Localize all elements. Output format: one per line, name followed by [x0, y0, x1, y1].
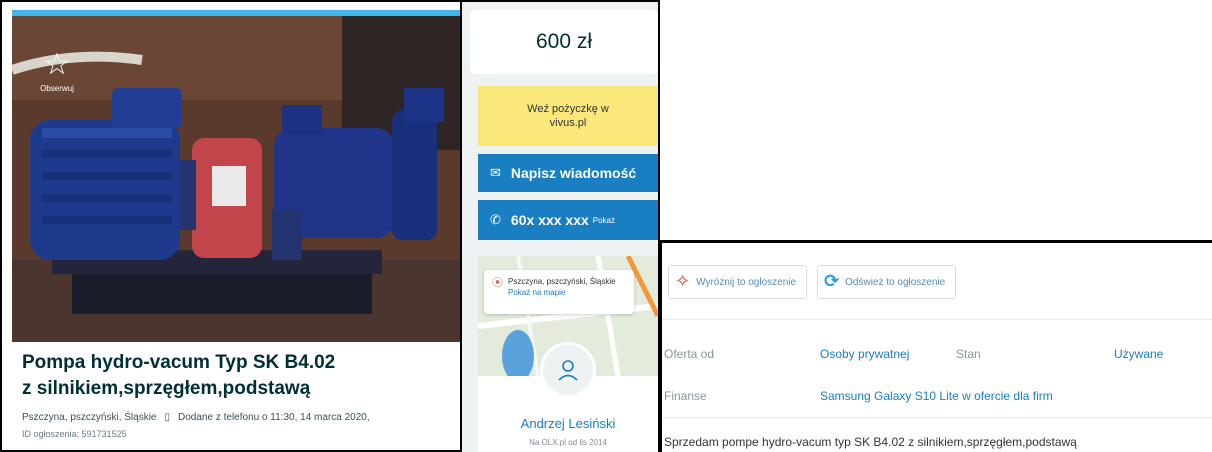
finance-value[interactable]: Samsung Galaxy S10 Lite w ofercie dla fi…: [820, 389, 1053, 403]
star-icon: ☆: [43, 47, 71, 82]
send-message-button[interactable]: ✉ Napisz wiadomość: [478, 154, 658, 192]
show-on-map-link[interactable]: Pokaż na mapie: [508, 287, 628, 298]
show-phone-link[interactable]: Pokaż: [593, 216, 615, 225]
follow-label: Obserwuj: [40, 84, 74, 93]
highlight-ad-label: Wyróżnij to ogłoszenie: [696, 276, 797, 288]
map-location-card: ⦿ Pszczyna, pszczyński, Śląskie Pokaż na…: [484, 270, 634, 314]
condition-label: Stan: [956, 347, 981, 361]
ad-id: ID ogłoszenia: 591731525: [22, 429, 127, 439]
ad-info: Pompa hydro-vacum Typ SK B4.02 z silniki…: [12, 342, 460, 450]
seller-since: Na OLX.pl od lis 2014: [529, 438, 607, 447]
divider: [662, 319, 1212, 320]
condition-value[interactable]: Używane: [1114, 347, 1163, 361]
ad-details-panel: ✧ Wyróżnij to ogłoszenie ⟳ Odśwież to og…: [660, 240, 1212, 452]
send-message-label: Napisz wiadomość: [510, 165, 637, 181]
refresh-ad-label: Odśwież to ogłoszenie: [845, 276, 946, 288]
seller-name[interactable]: Andrzej Lesiński: [478, 416, 658, 431]
user-icon: [558, 360, 578, 381]
seller-card: Andrzej Lesiński Na OLX.pl od lis 2014: [478, 342, 658, 452]
ad-description: Sprzedam pompe hydro-vacum typ SK B4.02 …: [664, 435, 1077, 449]
ad-photo[interactable]: ☆ Obserwuj: [12, 10, 460, 342]
ad-location[interactable]: Pszczyna, pszczyński, Śląskie: [22, 412, 157, 423]
ad-added: Dodane z telefonu o 11:30, 14 marca 2020…: [178, 412, 370, 423]
promo-row: ✧ Wyróżnij to ogłoszenie ⟳ Odśwież to og…: [668, 265, 957, 299]
follow-button[interactable]: ☆ Obserwuj: [32, 47, 82, 94]
refresh-ad-button[interactable]: ⟳ Odśwież to ogłoszenie: [817, 265, 957, 299]
loan-label: Weź pożyczkę w vivus.pl: [527, 103, 609, 129]
offer-from-label: Oferta od: [664, 347, 715, 361]
map-location-text: Pszczyna, pszczyński, Śląskie: [508, 277, 616, 286]
avatar[interactable]: [540, 342, 596, 398]
show-phone-button[interactable]: ✆ 60x xxx xxx Pokaż: [478, 200, 658, 240]
phone-number: 60x xxx xxx: [510, 212, 589, 228]
price-box: 600 zł: [470, 10, 658, 74]
location-pin-icon: ⦿: [492, 276, 503, 289]
refresh-icon: ⟳: [824, 271, 840, 292]
finance-label: Finanse: [664, 389, 707, 403]
price-label: 600 zł: [535, 30, 593, 53]
kite-icon: ✧: [675, 271, 691, 292]
offer-from-value[interactable]: Osoby prywatnej: [820, 347, 909, 361]
loan-banner-button[interactable]: Weź pożyczkę w vivus.pl: [478, 86, 658, 146]
ad-panel: ☆ Obserwuj Pompa hydro-vacum Typ SK B4.0…: [0, 0, 462, 452]
ad-meta: Pszczyna, pszczyński, Śląskie ▯ Dodane z…: [22, 412, 452, 423]
phone-icon: ✆: [490, 212, 501, 228]
ad-title: Pompa hydro-vacum Typ SK B4.02 z silniki…: [22, 352, 336, 399]
envelope-icon: ✉: [490, 165, 501, 181]
photo-top-bar: [12, 10, 460, 16]
calendar-icon: ▯: [164, 412, 171, 423]
highlight-ad-button[interactable]: ✧ Wyróżnij to ogłoszenie: [668, 265, 808, 299]
divider: [662, 417, 1212, 418]
contact-column: 600 zł Weź pożyczkę w vivus.pl ✉ Napisz …: [462, 0, 660, 452]
